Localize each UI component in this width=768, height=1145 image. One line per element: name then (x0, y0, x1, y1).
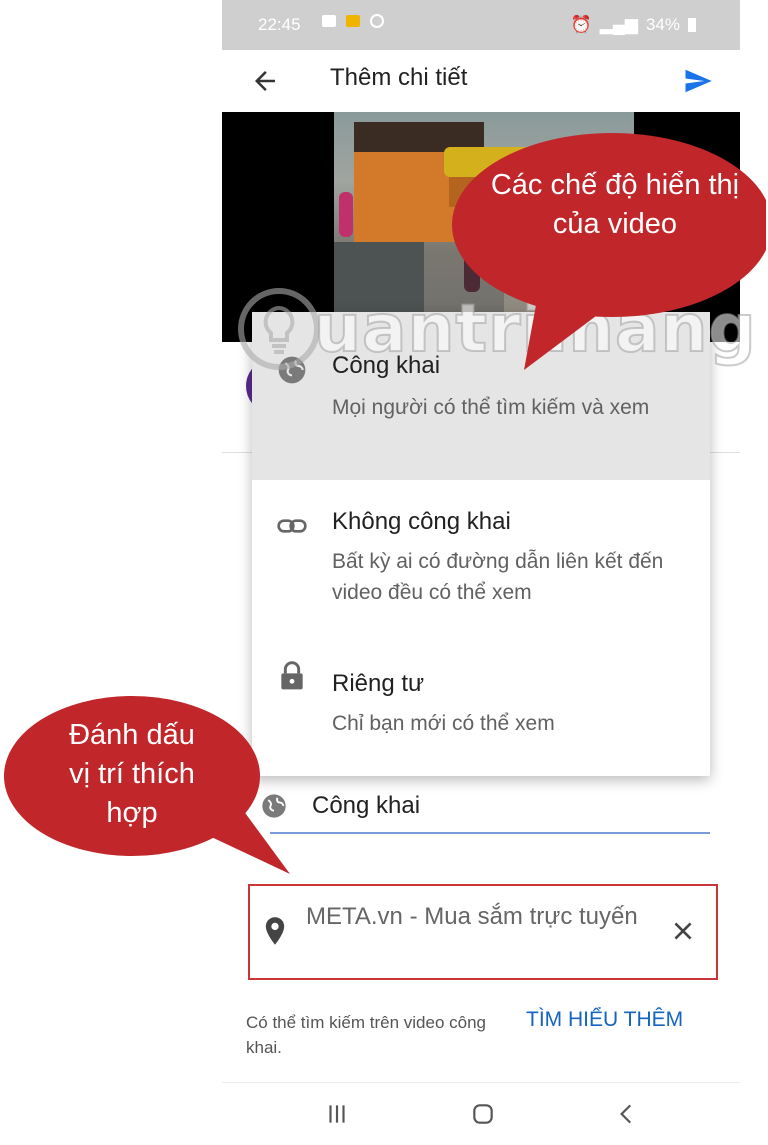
system-status-icons: ⏰ ▂▄▆ 34% (571, 15, 696, 35)
globe-icon (278, 356, 306, 384)
status-bar: 22:45 ⏰ ▂▄▆ 34% (222, 0, 740, 50)
app-bar: Thêm chi tiết (222, 50, 740, 112)
location-callout: Đánh dấu vị trí thích hợp (0, 694, 300, 884)
close-icon[interactable] (670, 918, 696, 944)
location-value: META.vn - Mua sắm trực tuyến (306, 903, 638, 930)
system-nav-bar (222, 1082, 740, 1145)
menu-item-description: Bất kỳ ai có đường dẫn liên kết đến vide… (332, 550, 664, 604)
status-time: 22:45 (258, 15, 301, 34)
search-hint-text: Có thể tìm kiếm trên video công khai. (246, 1013, 487, 1057)
signal-icon: ▂▄▆ (599, 15, 638, 34)
back-nav-icon[interactable] (614, 1101, 640, 1127)
location-field[interactable]: META.vn - Mua sắm trực tuyến (248, 884, 718, 980)
link-icon (277, 519, 307, 533)
menu-item-label: Riêng tư (332, 670, 425, 697)
back-arrow-icon[interactable] (250, 66, 280, 96)
gallery-notification-icon (322, 15, 336, 27)
notification-icons (322, 14, 384, 28)
send-icon[interactable] (682, 66, 714, 96)
page-title: Thêm chi tiết (330, 64, 468, 91)
battery-percent: 34% (645, 15, 680, 34)
menu-item-description: Mọi người có thể tìm kiếm và xem (332, 396, 650, 419)
menu-item-description: Chỉ bạn mới có thể xem (332, 712, 555, 735)
home-icon[interactable] (470, 1101, 496, 1127)
menu-item-label: Không công khai (332, 508, 511, 535)
app-notification-icon (346, 15, 360, 27)
visibility-callout: Các chế độ hiển thị của video (446, 130, 766, 380)
visibility-field[interactable]: Công khai (250, 786, 712, 836)
visibility-underline (270, 832, 710, 834)
visibility-menu: Công khai Mọi người có thể tìm kiếm và x… (252, 312, 710, 776)
menu-item-unlisted[interactable]: Không công khai Bất kỳ ai có đường dẫn l… (252, 480, 710, 630)
callout-text: Các chế độ hiển thị của video (490, 169, 740, 240)
battery-icon (688, 18, 696, 32)
menu-item-private[interactable]: Riêng tư Chỉ bạn mới có thể xem (252, 630, 710, 776)
menu-item-label: Công khai (332, 352, 441, 379)
learn-more-link[interactable]: TÌM HIỂU THÊM (526, 1008, 683, 1032)
visibility-value: Công khai (312, 792, 421, 819)
callout-text: Đánh dấu vị trí thích hợp (69, 719, 195, 829)
lock-icon (281, 661, 303, 690)
recent-apps-icon[interactable] (324, 1101, 350, 1127)
location-pin-icon (265, 917, 285, 945)
sync-notification-icon (370, 14, 384, 28)
alarm-icon: ⏰ (570, 15, 592, 34)
